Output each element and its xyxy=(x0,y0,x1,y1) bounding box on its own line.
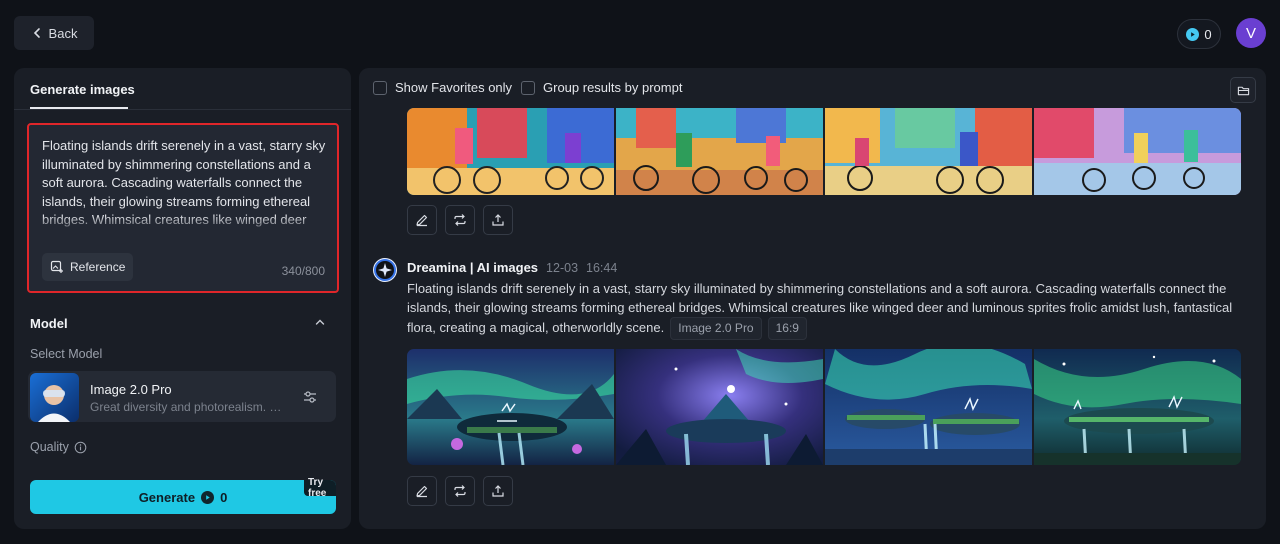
reference-button[interactable]: Reference xyxy=(42,253,134,281)
share-button[interactable] xyxy=(483,205,513,235)
checkbox-box[interactable] xyxy=(521,80,535,95)
credits-count: 0 xyxy=(1204,26,1212,42)
results-panel: Show Favorites only Group results by pro… xyxy=(359,68,1266,529)
result-image-cyclists-2[interactable] xyxy=(616,108,823,195)
entry-time: 16:44 xyxy=(586,261,618,275)
result-image-cyclists-4[interactable] xyxy=(1034,108,1241,195)
result-images xyxy=(407,349,1241,465)
entry-date: 12-03 xyxy=(546,261,579,275)
tab-generate-images[interactable]: Generate images xyxy=(30,82,135,97)
model-description: Great diversity and photorealism. Of... xyxy=(90,400,290,414)
entry-header: Dreamina | AI images 12-03 16:44 xyxy=(407,260,617,275)
result-image-1[interactable] xyxy=(407,349,614,465)
active-tab-indicator xyxy=(30,107,128,109)
credit-coin-icon xyxy=(1186,27,1200,41)
result-image-cyclists-3[interactable] xyxy=(825,108,1032,195)
regenerate-button[interactable] xyxy=(445,476,475,506)
previous-result-images xyxy=(407,108,1241,195)
prompt-fade xyxy=(29,215,337,235)
back-label: Back xyxy=(48,25,78,41)
model-tag: Image 2.0 Pro xyxy=(670,317,762,340)
sliders-icon[interactable] xyxy=(302,389,318,405)
result-image-2[interactable] xyxy=(616,349,823,465)
upload-icon xyxy=(492,485,504,497)
dreamina-logo-icon xyxy=(373,258,397,282)
credits-indicator[interactable]: 0 xyxy=(1177,19,1221,49)
add-image-icon xyxy=(50,260,63,273)
entry-author: Dreamina | AI images xyxy=(407,260,539,275)
pencil-icon xyxy=(416,214,428,227)
ratio-tag: 16:9 xyxy=(767,317,807,340)
show-favorites-checkbox[interactable]: Show Favorites only xyxy=(373,80,512,95)
edit-button[interactable] xyxy=(407,205,437,235)
prompt-input-box[interactable]: Floating islands drift serenely in a vas… xyxy=(27,123,339,293)
repeat-icon xyxy=(454,485,466,497)
show-favorites-label: Show Favorites only xyxy=(395,80,513,95)
reference-label: Reference xyxy=(70,260,126,274)
generate-label: Generate xyxy=(138,489,196,505)
chevron-left-icon xyxy=(33,28,40,38)
pencil-icon xyxy=(416,485,428,498)
try-free-badge: Try free xyxy=(304,477,336,499)
back-button[interactable]: Back xyxy=(14,16,94,50)
info-icon[interactable] xyxy=(74,441,87,454)
user-avatar[interactable]: V xyxy=(1236,18,1266,48)
regenerate-button[interactable] xyxy=(445,205,475,235)
model-section-title: Model xyxy=(30,316,68,331)
edit-button[interactable] xyxy=(407,476,437,506)
group-results-checkbox[interactable]: Group results by prompt xyxy=(521,80,682,95)
folder-button[interactable] xyxy=(1230,77,1256,103)
generate-button[interactable]: Generate 0 Try free xyxy=(30,477,336,514)
repeat-icon xyxy=(454,214,466,226)
model-thumbnail xyxy=(30,373,79,422)
upload-icon xyxy=(492,214,504,226)
char-count: 340/800 xyxy=(281,264,325,278)
result-actions xyxy=(407,476,513,506)
chevron-up-icon[interactable] xyxy=(314,316,326,328)
generate-panel: Generate images Floating islands drift s… xyxy=(14,68,351,529)
result-image-cyclists-1[interactable] xyxy=(407,108,614,195)
credit-coin-icon xyxy=(201,490,215,504)
result-image-4[interactable] xyxy=(1034,349,1241,465)
previous-result-actions xyxy=(407,205,513,235)
select-model-label: Select Model xyxy=(30,347,103,361)
result-image-3[interactable] xyxy=(825,349,1032,465)
entry-prompt-text: Floating islands drift serenely in a vas… xyxy=(407,281,1233,336)
entry-prompt: Floating islands drift serenely in a vas… xyxy=(407,280,1247,340)
quality-label: Quality xyxy=(30,440,69,454)
model-name: Image 2.0 Pro xyxy=(90,382,172,397)
panel-tabbar: Generate images xyxy=(14,68,351,110)
quality-row: Quality xyxy=(30,440,87,454)
model-selector[interactable]: Image 2.0 Pro Great diversity and photor… xyxy=(28,371,336,422)
generate-cost: 0 xyxy=(220,489,228,505)
folder-icon xyxy=(1237,86,1249,95)
checkbox-box[interactable] xyxy=(373,80,387,95)
filter-bar: Show Favorites only Group results by pro… xyxy=(359,68,1266,108)
share-button[interactable] xyxy=(483,476,513,506)
group-results-label: Group results by prompt xyxy=(543,80,683,95)
